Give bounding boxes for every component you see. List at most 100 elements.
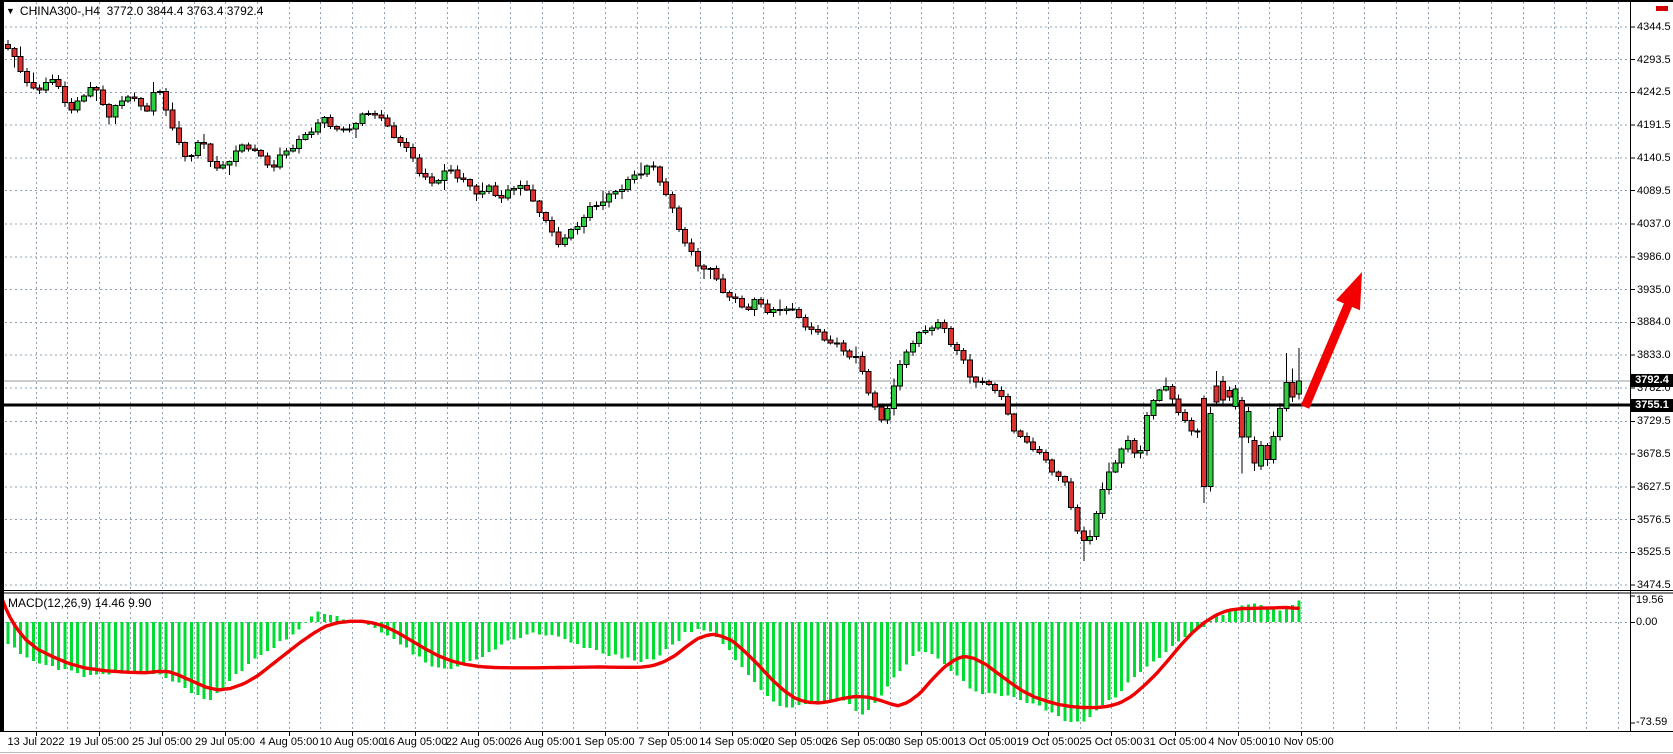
price-axis-label: 4037.0 [1637,218,1673,231]
candle-bull [1145,415,1150,450]
candle-bear [183,143,188,157]
candle-bear [94,87,99,90]
candle-bear [202,142,207,144]
time-axis-label: 19 Oct 05:00 [1017,736,1080,749]
candle-bear [493,186,498,196]
candle-bull [594,206,599,207]
candle-bull [1277,408,1282,436]
candle-bull [354,124,359,129]
time-axis-label: 4 Nov 05:00 [1208,736,1267,749]
price-axis-label: 3986.0 [1637,251,1673,264]
candle-bear [537,201,542,213]
price-axis-label: 3833.0 [1637,349,1673,362]
candle-bear [1220,381,1225,400]
candle-bear [847,351,852,357]
candle-bull [50,79,55,82]
symbol-dropdown-icon[interactable]: ▼ [6,6,15,16]
candle-bull [221,165,226,168]
candle-bull [75,101,80,110]
candle-bull [1138,450,1143,453]
candle-bull [157,91,162,92]
time-axis-label: 4 Aug 05:00 [260,736,319,749]
candle-bull [195,142,200,155]
candle-bear [740,299,745,307]
candle-bear [993,385,998,391]
candle-bear [689,243,694,251]
candle-bull [1126,441,1131,449]
time-axis-label: 13 Oct 05:00 [954,736,1017,749]
candle-bear [676,208,681,230]
candle-bull [81,96,86,101]
candle-bear [1024,437,1029,442]
candle-bear [714,268,719,279]
candle-bear [1265,446,1270,460]
time-axis-label: 10 Nov 05:00 [1268,736,1333,749]
price-axis-label: 4293.5 [1637,54,1673,67]
candle-bull [923,330,928,332]
candle-bull [929,328,934,330]
price-axis-label: 3884.0 [1637,316,1673,329]
candle-bull [638,174,643,175]
candle-bear [1005,396,1010,414]
macd-axis-label: -73.59 [1636,716,1673,729]
candle-bear [524,186,529,190]
candle-bear [556,232,561,244]
time-axis-label: 29 Jul 05:00 [195,736,255,749]
candle-bull [442,171,447,180]
price-axis-label: 3729.5 [1637,415,1673,428]
candle-bull [1088,536,1093,540]
candle-bear [164,91,169,110]
candle-bull [1271,437,1276,460]
candle-bear [107,105,112,118]
candle-bear [683,229,688,243]
candle-bull [1157,390,1162,400]
candle-bear [1043,452,1048,459]
candle-bull [290,149,295,152]
candle-bull [126,97,131,101]
candle-bear [208,144,213,161]
candle-bull [607,194,612,202]
candle-bull [278,155,283,167]
candle-bear [999,391,1004,397]
candle-bull [1195,431,1200,432]
candle-bull [1164,387,1169,390]
candle-bear [664,182,669,194]
candle-bear [872,393,877,407]
candle-bear [265,156,270,165]
candle-bear [392,126,397,137]
candle-bear [822,332,827,340]
time-axis-label: 7 Sep 05:00 [638,736,697,749]
time-axis-label: 26 Aug 05:00 [510,736,575,749]
candle-bear [1132,441,1137,453]
candle-bull [240,145,245,151]
candle-bull [980,382,985,383]
candle-bull [1151,400,1156,415]
candle-bear [335,126,340,129]
candle-bear [1170,387,1175,399]
price-axis-label: 3474.5 [1637,579,1673,592]
price-axis-label: 4191.5 [1637,119,1673,132]
candle-bull [151,92,156,111]
candle-bear [803,317,808,327]
price-axis-label: 4344.5 [1637,21,1673,34]
candle-bear [6,44,11,48]
candle-bear [948,328,953,344]
candle-bull [752,300,757,310]
symbol-period-label: CHINA300-,H4 [20,4,100,18]
time-axis-label: 22 Aug 05:00 [446,736,511,749]
candle-bear [815,330,820,333]
candle-bear [809,327,814,330]
candle-bull [708,268,713,269]
price-chart-canvas[interactable] [0,0,1673,754]
candle-bull [581,217,586,226]
window-border-left [0,0,4,732]
candle-bull [626,180,631,190]
candle-bull [322,117,327,123]
candle-bull [43,83,48,90]
candle-bear [145,106,150,111]
candle-bear [1018,431,1023,437]
candle-bear [31,82,36,88]
candle-bear [259,150,264,156]
support-price-marker: 3755.1 [1631,399,1673,412]
candle-bear [543,213,548,221]
